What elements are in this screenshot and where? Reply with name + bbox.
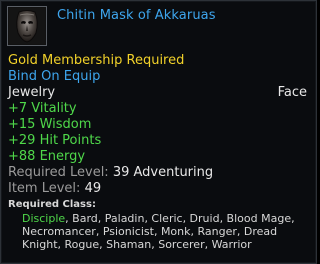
- stat-wisdom: +15 Wisdom: [8, 117, 92, 132]
- class-line-2: Necromancer, Psionicist, Monk, Ranger, D…: [22, 225, 278, 238]
- item-icon-frame[interactable]: [7, 6, 47, 46]
- stat-vitality: +7 Vitality: [8, 101, 77, 116]
- stat-energy: +88 Energy: [8, 149, 86, 164]
- required-level-label: Required Level:: [8, 165, 109, 180]
- membership-requirement: Gold Membership Required: [8, 53, 185, 68]
- bind-type: Bind On Equip: [8, 69, 101, 84]
- item-level-label: Item Level:: [8, 181, 81, 196]
- class-line-3: Knight, Rogue, Shaman, Sorcerer, Warrior: [22, 238, 252, 251]
- item-level-value: 49: [84, 181, 102, 196]
- required-class-list: Disciple, Bard, Paladin, Cleric, Druid, …: [22, 212, 314, 251]
- item-slot: Face: [277, 85, 307, 100]
- item-type: Jewelry: [8, 85, 56, 100]
- class-line-1: Disciple, Bard, Paladin, Cleric, Druid, …: [22, 212, 314, 225]
- required-level-value: 39 Adventuring: [112, 165, 214, 180]
- class-disciple: Disciple: [22, 212, 66, 225]
- stat-hit-points: +29 Hit Points: [8, 133, 102, 148]
- item-name: Chitin Mask of Akkaruas: [57, 8, 216, 23]
- required-class-label: Required Class:: [8, 199, 96, 210]
- required-level: Required Level: 39 Adventuring: [8, 165, 213, 181]
- item-tooltip: Chitin Mask of Akkaruas Gold Membership …: [0, 0, 317, 264]
- class-line-1-rest: , Bard, Paladin, Cleric, Druid, Blood Ma…: [65, 212, 295, 225]
- item-level: Item Level: 49: [8, 181, 101, 197]
- mask-icon: [9, 8, 45, 44]
